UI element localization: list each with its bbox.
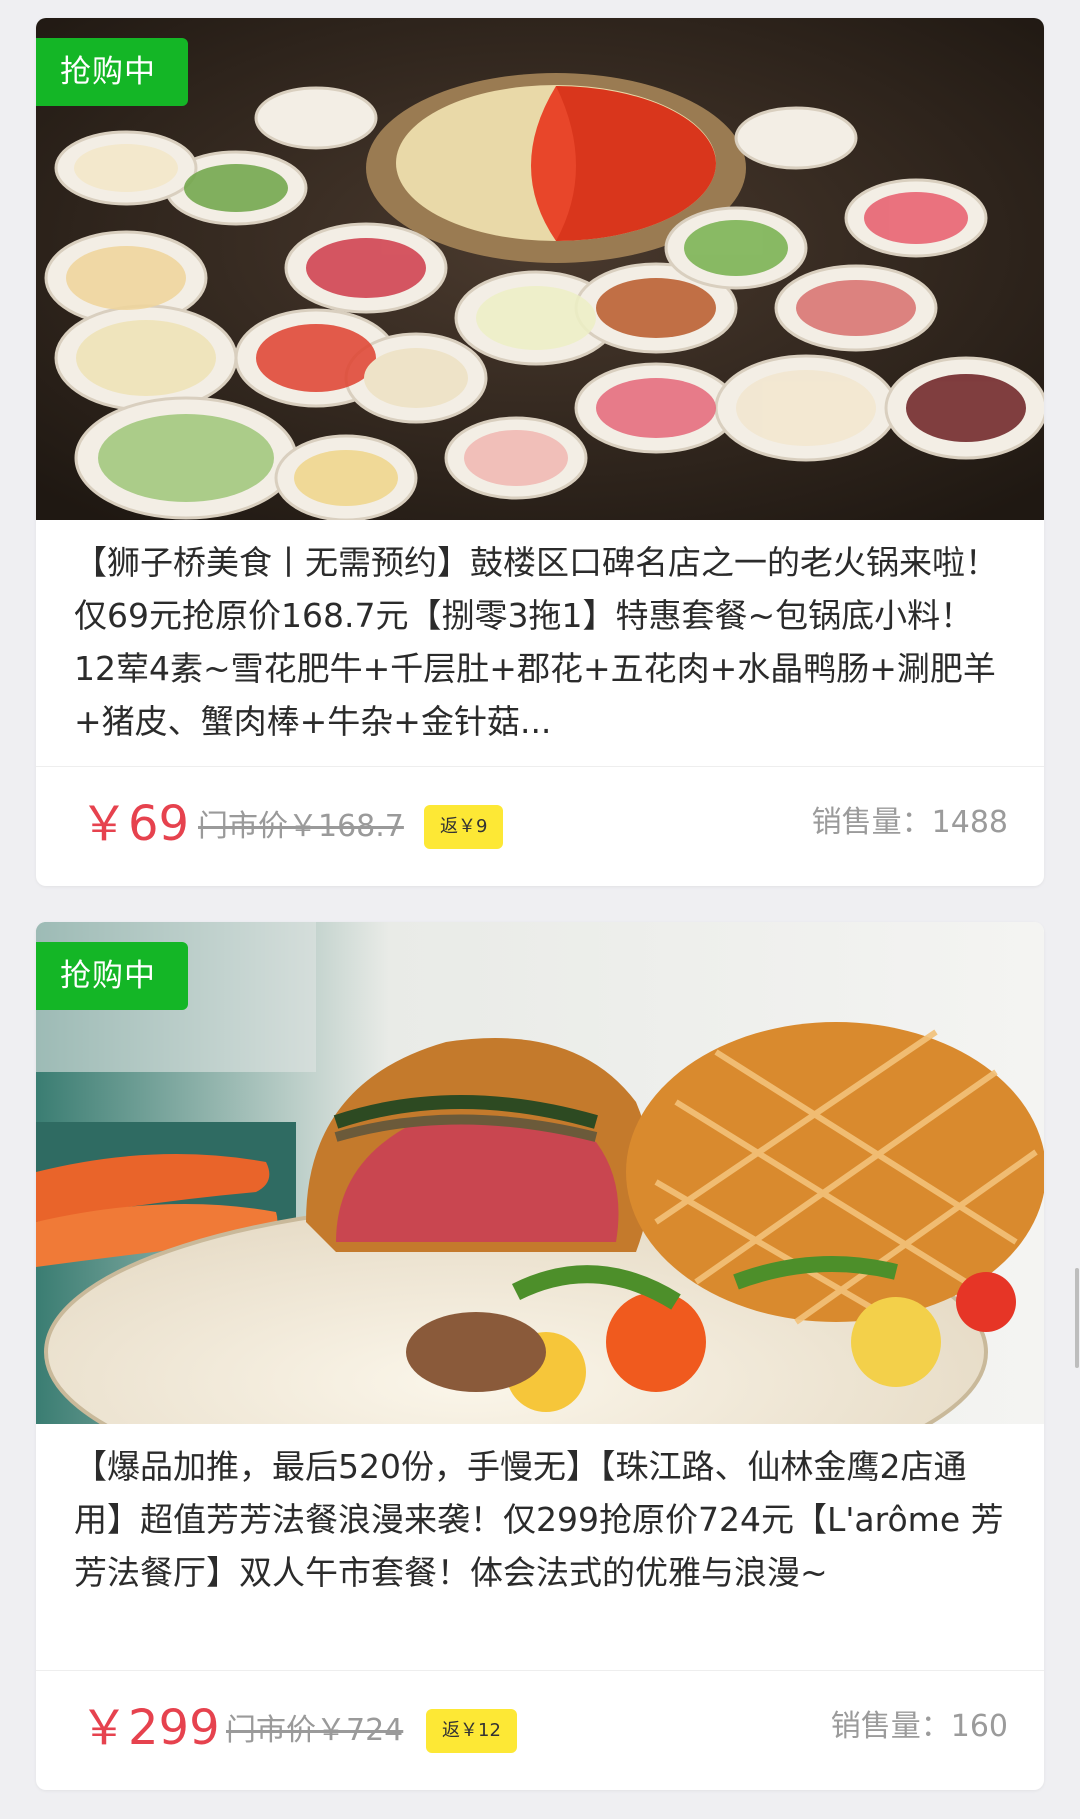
rebate-tag: 返￥9 bbox=[424, 805, 504, 849]
deal-image[interactable]: 抢购中 bbox=[36, 18, 1044, 520]
price-bar: ￥69 门市价￥168.7 返￥9 销售量：1488 bbox=[36, 767, 1044, 885]
flash-sale-badge: 抢购中 bbox=[36, 38, 188, 106]
flash-sale-badge: 抢购中 bbox=[36, 942, 188, 1010]
sale-price: ￥299 bbox=[80, 1700, 220, 1756]
deal-image[interactable]: 抢购中 bbox=[36, 922, 1044, 1424]
sale-price: ￥69 bbox=[80, 796, 190, 852]
sales-count: 销售量：1488 bbox=[811, 805, 1008, 840]
deal-title[interactable]: 【狮子桥美食丨无需预约】鼓楼区口碑名店之一的老火锅来啦！仅69元抢原价168.7… bbox=[36, 520, 1044, 766]
original-price: 门市价￥168.7 bbox=[198, 809, 404, 844]
scrollbar[interactable] bbox=[1075, 1268, 1079, 1368]
deal-card[interactable]: 抢购中 【狮子桥美食丨无需预约】鼓楼区口碑名店之一的老火锅来啦！仅69元抢原价1… bbox=[36, 18, 1044, 886]
deal-card[interactable]: 抢购中 【爆品加推，最后520份，手慢无】【珠江路、仙林金鹰2店通用】超值芳芳法… bbox=[36, 922, 1044, 1790]
sales-count: 销售量：160 bbox=[830, 1709, 1008, 1744]
rebate-tag: 返￥12 bbox=[426, 1709, 517, 1753]
deal-title[interactable]: 【爆品加推，最后520份，手慢无】【珠江路、仙林金鹰2店通用】超值芳芳法餐浪漫来… bbox=[36, 1424, 1044, 1670]
original-price: 门市价￥724 bbox=[226, 1713, 404, 1748]
price-bar: ￥299 门市价￥724 返￥12 销售量：160 bbox=[36, 1671, 1044, 1789]
